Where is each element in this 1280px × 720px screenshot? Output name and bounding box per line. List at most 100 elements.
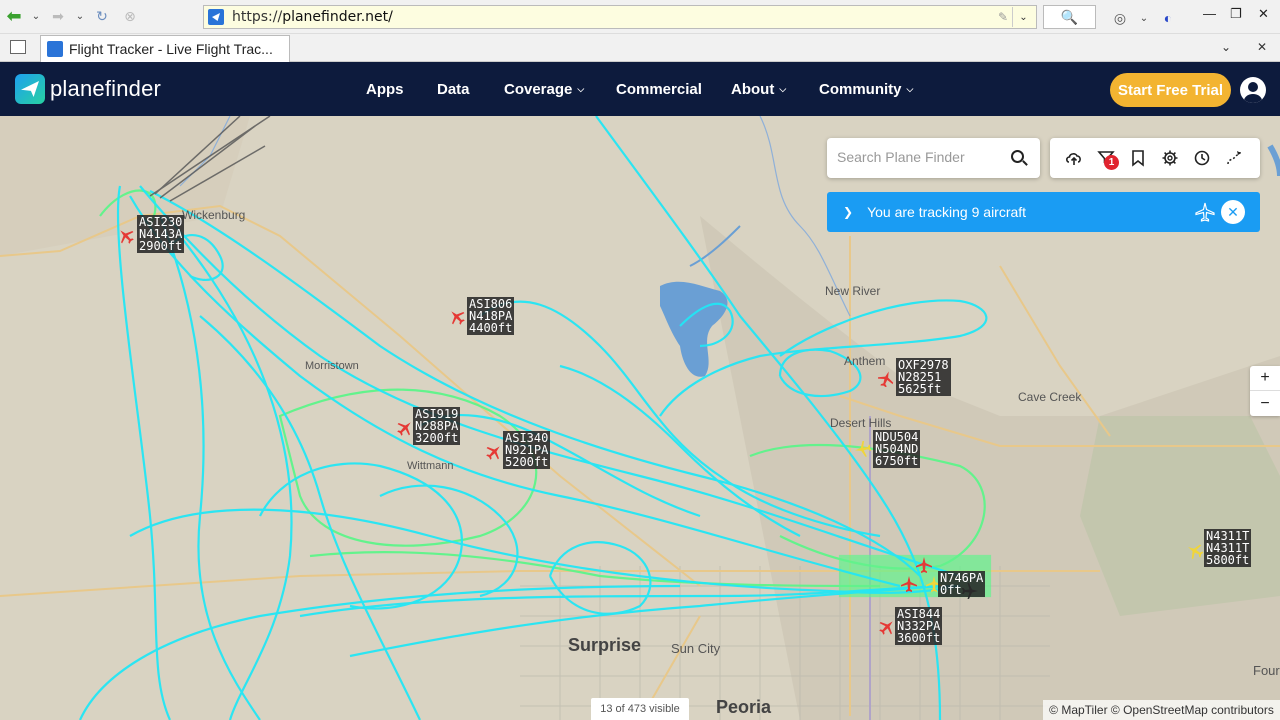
altitude: 5625ft [898,382,942,396]
zoom-in-button[interactable]: + [1250,366,1280,391]
altitude: 4400ft [469,321,513,335]
nav-coverage[interactable]: Coverage ⌵ [504,62,584,116]
altitude: 3200ft [415,431,459,445]
aircraft-label-asi844[interactable]: ASI844 N332PA 3600ft [895,607,943,645]
url-dropdown-icon[interactable]: ⌄ [1012,7,1034,27]
tracking-banner[interactable]: ❯ You are tracking 9 aircraft ✕ [827,192,1260,232]
reload-icon[interactable]: ↻ [88,4,116,30]
altitude: 0ft [940,583,962,597]
planefinder-logo[interactable]: planefinder [15,74,161,104]
edit-pencil-icon[interactable]: ✎ [998,10,1008,24]
place-new-river: New River [825,284,881,298]
map-search-panel [827,138,1040,178]
place-peoria: Peoria [716,697,772,717]
start-free-trial-button[interactable]: Start Free Trial [1110,73,1231,107]
aircraft-red-icon[interactable] [879,619,895,635]
place-four: Four [1253,663,1280,678]
stop-icon[interactable]: ⊗ [116,4,144,30]
zoom-control: + − [1250,366,1280,416]
altitude: 6750ft [875,454,919,468]
search-input[interactable] [837,146,1007,168]
browser-menu-icon[interactable]: ◐ [1154,5,1182,31]
place-cave-creek: Cave Creek [1018,390,1082,404]
aircraft-red-icon[interactable] [449,309,465,325]
url-host: planefinder.net/ [282,9,393,25]
browser-search-button[interactable]: 🔍 [1043,5,1096,29]
tab-overflow-chevron-icon[interactable]: ⌄ [1221,40,1231,54]
aircraft-label-ndu504[interactable]: NDU504 N504ND 6750ft [873,430,921,468]
nav-community-label: Community [819,80,902,98]
place-surprise: Surprise [568,635,642,655]
chevron-down-icon: ⌵ [779,83,787,94]
aircraft-red-icon[interactable] [901,576,917,592]
minimize-icon[interactable]: — [1203,6,1216,21]
aircraft-label-n746pa[interactable]: N746PA 0ft [938,571,986,597]
nav-data[interactable]: Data [437,62,470,116]
close-tab-icon[interactable]: ✕ [1257,40,1267,54]
chevron-right-icon[interactable]: ❯ [843,205,853,219]
extension-icon[interactable]: ◎ [1106,5,1134,31]
url-text[interactable]: https://planefinder.net/ [232,9,393,25]
aircraft-red-icon[interactable] [397,420,413,436]
place-desert-hills: Desert Hills [830,416,892,430]
chevron-down-icon: ⌵ [577,83,585,94]
altitude: 2900ft [139,239,183,253]
aircraft-red-icon[interactable] [486,444,502,460]
gear-icon[interactable] [1161,149,1179,167]
aircraft-label-oxf2978[interactable]: OXF2978 N28251 5625ft [896,358,951,396]
nav-commercial[interactable]: Commercial [616,62,702,116]
zoom-out-button[interactable]: − [1250,391,1280,416]
aircraft-label-asi806[interactable]: ASI806 N418PA 4400ft [467,297,515,335]
flight-map[interactable]: Wickenburg Morristown Wittmann New River… [0,116,1280,720]
back-history-chevron-icon[interactable]: ⌄ [28,11,44,22]
plane-outline-icon [1195,202,1215,222]
nav-apps[interactable]: Apps [366,62,404,116]
flight-path-icon[interactable] [1225,149,1243,167]
cloud-upload-icon[interactable] [1065,149,1083,167]
extension-menu-chevron-icon[interactable]: ⌄ [1136,13,1152,24]
nav-about-label: About [731,80,775,98]
nav-commercial-label: Commercial [616,80,702,98]
aircraft-label-asi919[interactable]: ASI919 N288PA 3200ft [413,407,461,445]
tab-list-icon[interactable] [10,40,26,54]
forward-icon[interactable]: ➡ [44,4,72,30]
planefinder-logo-icon [15,74,45,104]
aircraft-red-icon[interactable] [118,228,134,244]
close-tracking-icon[interactable]: ✕ [1221,200,1245,224]
forward-history-chevron-icon[interactable]: ⌄ [72,11,88,22]
map-attribution[interactable]: © MapTiler © OpenStreetMap contributors [1043,700,1280,720]
browser-extensions: ◎ ⌄ ◐ [1106,5,1182,31]
tab-favicon-icon [47,41,63,57]
aircraft-yellow-icon[interactable] [855,441,871,457]
close-window-icon[interactable]: ✕ [1258,6,1269,22]
site-navbar: planefinder Apps Data Coverage ⌵ Commerci… [0,62,1280,116]
back-icon[interactable]: ⬅ [0,4,28,30]
restore-icon[interactable]: ❐ [1230,6,1242,22]
visible-aircraft-count: 13 of 473 visible [591,698,689,720]
aircraft-red-icon[interactable] [916,557,932,573]
tab-strip: Flight Tracker - Live Flight Trac... ⌄ ✕ [0,34,1280,62]
address-bar[interactable]: https://planefinder.net/ ✎ ⌄ [203,5,1037,29]
place-wickenburg: Wickenburg [182,208,246,222]
place-sun-city: Sun City [671,641,721,656]
aircraft-label-asi230[interactable]: ASI230 N4143A 2900ft [137,215,185,253]
nav-apps-label: Apps [366,80,404,98]
chevron-down-icon: ⌵ [906,83,914,94]
bookmark-icon[interactable] [1129,149,1147,167]
user-account-icon[interactable] [1240,77,1266,103]
aircraft-label-asi340[interactable]: ASI340 N921PA 5200ft [503,431,551,469]
place-wittmann: Wittmann [407,460,454,472]
nav-community[interactable]: Community ⌵ [819,62,913,116]
aircraft-label-n4311t[interactable]: N4311T N4311T 5800ft [1204,529,1252,567]
search-icon[interactable] [1011,150,1024,163]
tab-title: Flight Tracker - Live Flight Trac... [69,41,273,57]
filter-count-badge: 1 [1104,155,1119,170]
aircraft-red-icon[interactable] [878,371,894,387]
logo-text: planefinder [50,76,162,101]
map-tools-panel [1050,138,1260,178]
aircraft-yellow-icon[interactable] [1187,543,1203,559]
tab-flight-tracker[interactable]: Flight Tracker - Live Flight Trac... [40,35,290,62]
nav-coverage-label: Coverage [504,80,573,98]
history-icon[interactable] [1193,149,1211,167]
nav-about[interactable]: About ⌵ [731,62,786,116]
